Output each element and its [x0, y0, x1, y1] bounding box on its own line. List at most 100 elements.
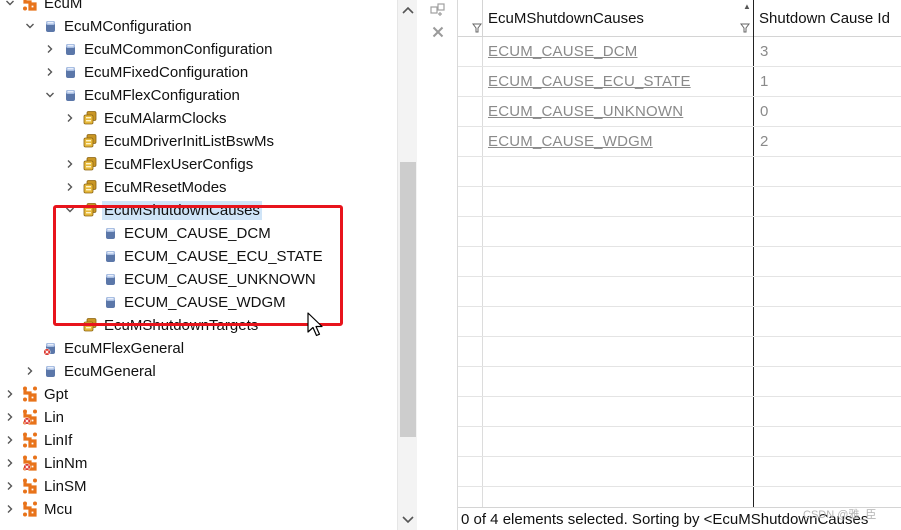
chevron-down-icon[interactable]	[65, 205, 75, 215]
table-row[interactable]	[458, 247, 901, 277]
shutdown-causes-table: EcuMShutdownCauses ▲ Shutdown Cause Id E…	[458, 0, 901, 530]
table-row[interactable]	[458, 337, 901, 367]
module-icon	[22, 0, 38, 11]
tree-item-label: ECUM_CAUSE_ECU_STATE	[124, 248, 323, 265]
scroll-up-arrow-icon[interactable]	[398, 0, 418, 20]
tree-item-label: LinIf	[44, 432, 73, 449]
tree-item[interactable]: EcuM	[0, 0, 397, 15]
tree-item[interactable]: LinIf	[0, 429, 397, 452]
chevron-right-icon[interactable]	[25, 366, 35, 376]
table-row[interactable]	[458, 397, 901, 427]
chevron-down-icon[interactable]	[5, 0, 15, 8]
list-container-icon	[82, 179, 98, 195]
cell-shutdown-cause-id[interactable]: 0	[760, 103, 768, 121]
module-icon	[22, 501, 38, 517]
cell-shutdown-cause-name[interactable]: ECUM_CAUSE_ECU_STATE	[488, 73, 691, 91]
tree-item[interactable]: EcuMGeneral	[0, 360, 397, 383]
cell-shutdown-cause-name[interactable]: ECUM_CAUSE_DCM	[488, 43, 638, 61]
tree-item-label: EcuMShutdownCauses	[102, 201, 262, 220]
table-row[interactable]: ECUM_CAUSE_UNKNOWN 0	[458, 97, 901, 127]
table-row[interactable]	[458, 307, 901, 337]
container-icon	[102, 248, 118, 264]
tree-vertical-scrollbar[interactable]	[397, 0, 417, 530]
tree-item[interactable]: ECUM_CAUSE_DCM	[0, 222, 397, 245]
table-row[interactable]	[458, 217, 901, 247]
module-icon	[22, 432, 38, 448]
tree-item[interactable]: Lin	[0, 406, 397, 429]
tree-item-label: EcuMConfiguration	[64, 18, 192, 35]
chevron-right-icon[interactable]	[65, 113, 75, 123]
cell-shutdown-cause-id[interactable]: 1	[760, 73, 768, 91]
tree-item[interactable]: EcuMShutdownCauses	[0, 199, 397, 222]
sort-ascending-icon: ▲	[743, 2, 751, 11]
chevron-right-icon[interactable]	[5, 389, 15, 399]
cell-shutdown-cause-name[interactable]: ECUM_CAUSE_UNKNOWN	[488, 103, 683, 121]
filter-icon[interactable]	[472, 23, 482, 33]
column-header-shutdown-cause-id[interactable]: Shutdown Cause Id	[759, 0, 901, 37]
watermark-text: CSDN @雅_臣	[803, 509, 877, 521]
tree-item[interactable]: EcuMFlexConfiguration	[0, 84, 397, 107]
module-icon	[22, 478, 38, 494]
chevron-right-icon[interactable]	[5, 412, 15, 422]
container-icon	[62, 64, 78, 80]
table-row[interactable]: ECUM_CAUSE_WDGM 2	[458, 127, 901, 157]
table-row[interactable]: ECUM_CAUSE_DCM 3	[458, 37, 901, 67]
tree-item[interactable]: Gpt	[0, 383, 397, 406]
tree-item[interactable]: LinNm	[0, 452, 397, 475]
tree-item[interactable]: EcuMFlexGeneral	[0, 337, 397, 360]
tree-item-label: LinNm	[44, 455, 88, 472]
table-row[interactable]	[458, 367, 901, 397]
tree-item[interactable]: EcuMShutdownTargets	[0, 314, 397, 337]
tree-item[interactable]: ECUM_CAUSE_WDGM	[0, 291, 397, 314]
chevron-right-icon[interactable]	[45, 44, 55, 54]
tree-item-label: EcuMDriverInitListBswMs	[104, 133, 275, 150]
table-row[interactable]	[458, 277, 901, 307]
column-header-name[interactable]: EcuMShutdownCauses	[488, 0, 748, 37]
table-row[interactable]	[458, 187, 901, 217]
tree-item[interactable]: EcuMConfiguration	[0, 15, 397, 38]
list-container-icon	[82, 317, 98, 333]
cell-shutdown-cause-name[interactable]: ECUM_CAUSE_WDGM	[488, 133, 653, 151]
tree-item[interactable]: Mcu	[0, 498, 397, 521]
table-row[interactable]: ECUM_CAUSE_ECU_STATE 1	[458, 67, 901, 97]
chevron-right-icon[interactable]	[5, 458, 15, 468]
tree-item[interactable]: EcuMAlarmClocks	[0, 107, 397, 130]
list-container-icon	[82, 202, 98, 218]
table-row[interactable]	[458, 457, 901, 487]
tree-item[interactable]: EcuMFixedConfiguration	[0, 61, 397, 84]
scrollbar-thumb[interactable]	[400, 162, 416, 437]
chevron-right-icon[interactable]	[65, 159, 75, 169]
chevron-right-icon[interactable]	[5, 481, 15, 491]
module-error-icon	[22, 409, 38, 425]
cell-shutdown-cause-id[interactable]: 3	[760, 43, 768, 61]
column-divider	[482, 0, 483, 37]
table-row[interactable]	[458, 157, 901, 187]
tree-item[interactable]: ECUM_CAUSE_ECU_STATE	[0, 245, 397, 268]
tree-item[interactable]: EcuMResetModes	[0, 176, 397, 199]
configuration-tree[interactable]: EcuM EcuMConfiguration EcuMCommonConfigura…	[0, 0, 397, 530]
tree-item[interactable]: ECUM_CAUSE_UNKNOWN	[0, 268, 397, 291]
tree-item-label: ECUM_CAUSE_WDGM	[124, 294, 286, 311]
container-icon	[42, 18, 58, 34]
chevron-right-icon[interactable]	[45, 67, 55, 77]
delete-element-icon[interactable]	[429, 23, 447, 41]
tree-item[interactable]: EcuMCommonConfiguration	[0, 38, 397, 61]
scroll-down-arrow-icon[interactable]	[398, 510, 418, 530]
cell-shutdown-cause-id[interactable]: 2	[760, 133, 768, 151]
mouse-cursor-icon	[307, 312, 323, 337]
list-container-icon	[82, 110, 98, 126]
list-container-icon	[82, 156, 98, 172]
chevron-right-icon[interactable]	[5, 504, 15, 514]
tree-item[interactable]: LinSM	[0, 475, 397, 498]
chevron-down-icon[interactable]	[25, 21, 35, 31]
tree-item[interactable]: EcuMDriverInitListBswMs	[0, 130, 397, 153]
add-element-icon[interactable]	[429, 1, 447, 19]
chevron-right-icon[interactable]	[65, 182, 75, 192]
tree-item-label: EcuMGeneral	[64, 363, 156, 380]
chevron-down-icon[interactable]	[45, 90, 55, 100]
chevron-right-icon[interactable]	[5, 435, 15, 445]
module-icon	[22, 386, 38, 402]
filter-icon[interactable]	[740, 23, 750, 33]
tree-item[interactable]: EcuMFlexUserConfigs	[0, 153, 397, 176]
table-row[interactable]	[458, 427, 901, 457]
